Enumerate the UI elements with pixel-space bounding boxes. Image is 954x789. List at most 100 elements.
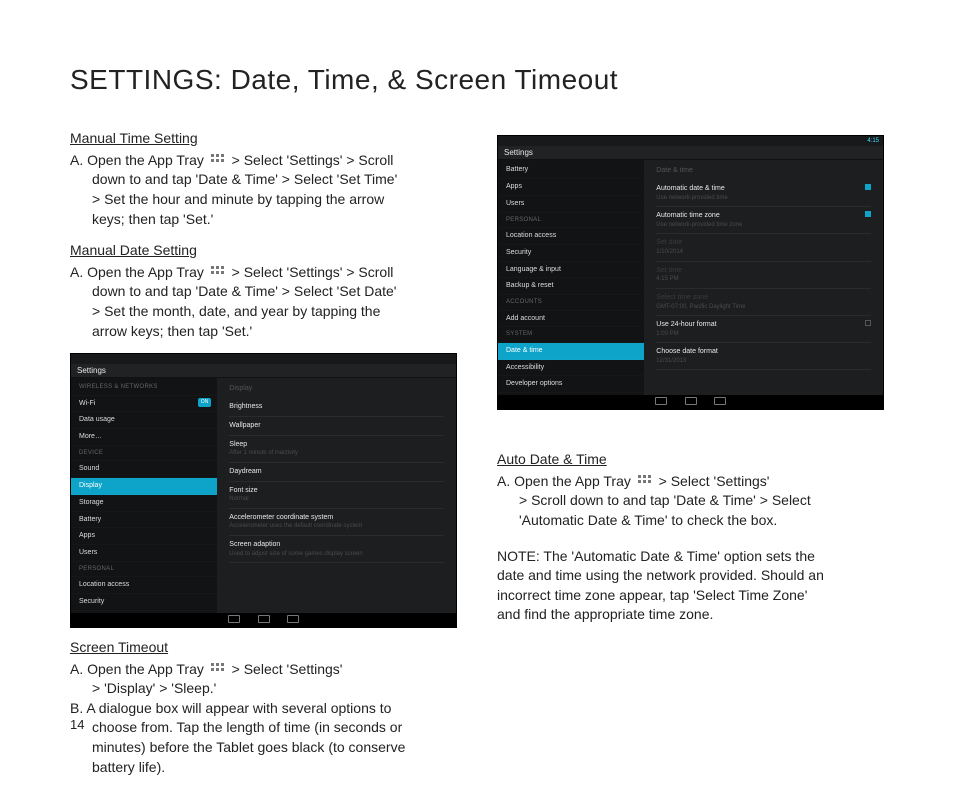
instruction-line: down to and tap 'Date & Time' > Select '… (70, 282, 457, 302)
nav-developer[interactable]: Developer options (498, 376, 644, 393)
nav-category: PERSONAL (71, 562, 217, 577)
nav-category: DEVICE (71, 446, 217, 461)
instruction-line: battery life). (70, 758, 457, 778)
two-column-layout: Manual Time Setting A. Open the App Tray… (70, 129, 884, 789)
instruction-line: minutes) before the Tablet goes black (t… (70, 738, 457, 758)
instruction-line: A. Open the App Tray > Select 'Settings'… (70, 151, 457, 171)
text: > Select 'Settings' > Scroll (232, 152, 394, 168)
nav-category: WIRELESS & NETWORKS (71, 380, 217, 395)
setting-24-hour[interactable]: Use 24-hour format1:00 PM (656, 316, 871, 343)
instruction-line: keys; then tap 'Set.' (70, 210, 457, 230)
home-button[interactable] (258, 615, 270, 623)
manual-date-heading: Manual Date Setting (70, 241, 457, 261)
settings-title-bar: Settings (71, 364, 456, 378)
manual-time-instructions: A. Open the App Tray > Select 'Settings'… (70, 151, 457, 229)
nav-date-time[interactable]: Date & time (498, 343, 644, 360)
nav-security[interactable]: Security (498, 245, 644, 262)
text: > Select 'Settings' (232, 661, 343, 677)
back-button[interactable] (655, 397, 667, 405)
instruction-line: arrow keys; then tap 'Set.' (70, 322, 457, 342)
instruction-line: > 'Display' > 'Sleep.' (70, 679, 457, 699)
auto-date-time-heading: Auto Date & Time (497, 450, 884, 470)
nav-data-usage[interactable]: Data usage (71, 412, 217, 429)
manual-date-instructions: A. Open the App Tray > Select 'Settings'… (70, 263, 457, 341)
nav-security[interactable]: Security (71, 594, 217, 611)
settings-title-bar: Settings (498, 146, 883, 160)
content-heading: Date & time (656, 164, 871, 180)
settings-nav: Battery Apps Users PERSONAL Location acc… (498, 160, 644, 395)
note-line: incorrect time zone appear, tap 'Select … (497, 586, 884, 606)
back-button[interactable] (228, 615, 240, 623)
note-line: and find the appropriate time zone. (497, 605, 884, 625)
setting-screen-adaption[interactable]: Screen adaptionUsed to adjust size of so… (229, 536, 444, 563)
setting-date-format[interactable]: Choose date format12/31/2013 (656, 343, 871, 370)
nav-category: SYSTEM (498, 327, 644, 342)
nav-apps[interactable]: Apps (498, 179, 644, 196)
instruction-line: A. Open the App Tray > Select 'Settings' (497, 472, 884, 492)
settings-nav: WIRELESS & NETWORKS Wi-FiON Data usage M… (71, 378, 217, 613)
nav-add-account[interactable]: Add account (498, 311, 644, 328)
text: A. Open the App Tray (70, 152, 208, 168)
text: A. Open the App Tray (70, 661, 208, 677)
instruction-line: down to and tap 'Date & Time' > Select '… (70, 170, 457, 190)
setting-select-time-zone: Select time zoneGMT-07:00, Pacific Dayli… (656, 289, 871, 316)
nav-users[interactable]: Users (71, 545, 217, 562)
instruction-line: 'Automatic Date & Time' to check the box… (497, 511, 884, 531)
checkbox-icon[interactable] (865, 184, 871, 190)
nav-wifi[interactable]: Wi-FiON (71, 396, 217, 413)
text: > Select 'Settings' > Scroll (232, 264, 394, 280)
page-title: SETTINGS: Date, Time, & Screen Timeout (70, 60, 884, 99)
screenshot-display-settings: Settings WIRELESS & NETWORKS Wi-FiON Dat… (70, 353, 457, 628)
navigation-bar (498, 395, 883, 409)
note-block: NOTE: The 'Automatic Date & Time' option… (497, 547, 884, 625)
nav-category: ACCOUNTS (498, 295, 644, 310)
settings-content: Date & time Automatic date & timeUse net… (644, 160, 883, 395)
home-button[interactable] (685, 397, 697, 405)
checkbox-icon[interactable] (865, 211, 871, 217)
setting-sleep[interactable]: SleepAfter 1 minute of inactivity (229, 436, 444, 463)
nav-display[interactable]: Display (71, 478, 217, 495)
note-line: NOTE: The 'Automatic Date & Time' option… (497, 547, 884, 567)
instruction-line: choose from. Tap the length of time (in … (70, 718, 457, 738)
setting-set-date: Set date1/10/2014 (656, 234, 871, 261)
instruction-line: > Scroll down to and tap 'Date & Time' >… (497, 491, 884, 511)
nav-category: PERSONAL (498, 213, 644, 228)
nav-backup[interactable]: Backup & reset (498, 278, 644, 295)
instruction-line: > Set the month, date, and year by tappi… (70, 302, 457, 322)
status-bar: 4:15 (498, 136, 883, 146)
checkbox-icon[interactable] (865, 320, 871, 326)
app-tray-icon (210, 662, 226, 676)
setting-brightness[interactable]: Brightness (229, 398, 444, 417)
nav-accessibility[interactable]: Accessibility (498, 360, 644, 377)
setting-auto-date-time[interactable]: Automatic date & timeUse network-provide… (656, 180, 871, 207)
wifi-toggle-on[interactable]: ON (198, 398, 212, 407)
screen-timeout-heading: Screen Timeout (70, 638, 457, 658)
note-line: date and time using the network provided… (497, 566, 884, 586)
screen-timeout-instructions: A. Open the App Tray > Select 'Settings'… (70, 660, 457, 778)
recent-button[interactable] (714, 397, 726, 405)
nav-battery[interactable]: Battery (498, 162, 644, 179)
recent-button[interactable] (287, 615, 299, 623)
nav-storage[interactable]: Storage (71, 495, 217, 512)
setting-accelerometer[interactable]: Accelerometer coordinate systemAccelerom… (229, 509, 444, 536)
setting-daydream[interactable]: Daydream (229, 463, 444, 482)
setting-wallpaper[interactable]: Wallpaper (229, 417, 444, 436)
text: A. Open the App Tray (497, 473, 635, 489)
status-bar (71, 354, 456, 364)
nav-users[interactable]: Users (498, 196, 644, 213)
nav-location[interactable]: Location access (71, 577, 217, 594)
nav-battery[interactable]: Battery (71, 512, 217, 529)
nav-location[interactable]: Location access (498, 228, 644, 245)
setting-font-size[interactable]: Font sizeNormal (229, 482, 444, 509)
nav-sound[interactable]: Sound (71, 461, 217, 478)
nav-apps[interactable]: Apps (71, 528, 217, 545)
content-heading: Display (229, 382, 444, 398)
nav-more[interactable]: More… (71, 429, 217, 446)
navigation-bar (71, 613, 456, 627)
right-column: 4:15 Settings Battery Apps Users PERSONA… (497, 129, 884, 789)
app-tray-icon (210, 153, 226, 167)
setting-set-time: Set time4:15 PM (656, 262, 871, 289)
app-tray-icon (210, 265, 226, 279)
nav-language[interactable]: Language & input (498, 262, 644, 279)
setting-auto-time-zone[interactable]: Automatic time zoneUse network-provided … (656, 207, 871, 234)
